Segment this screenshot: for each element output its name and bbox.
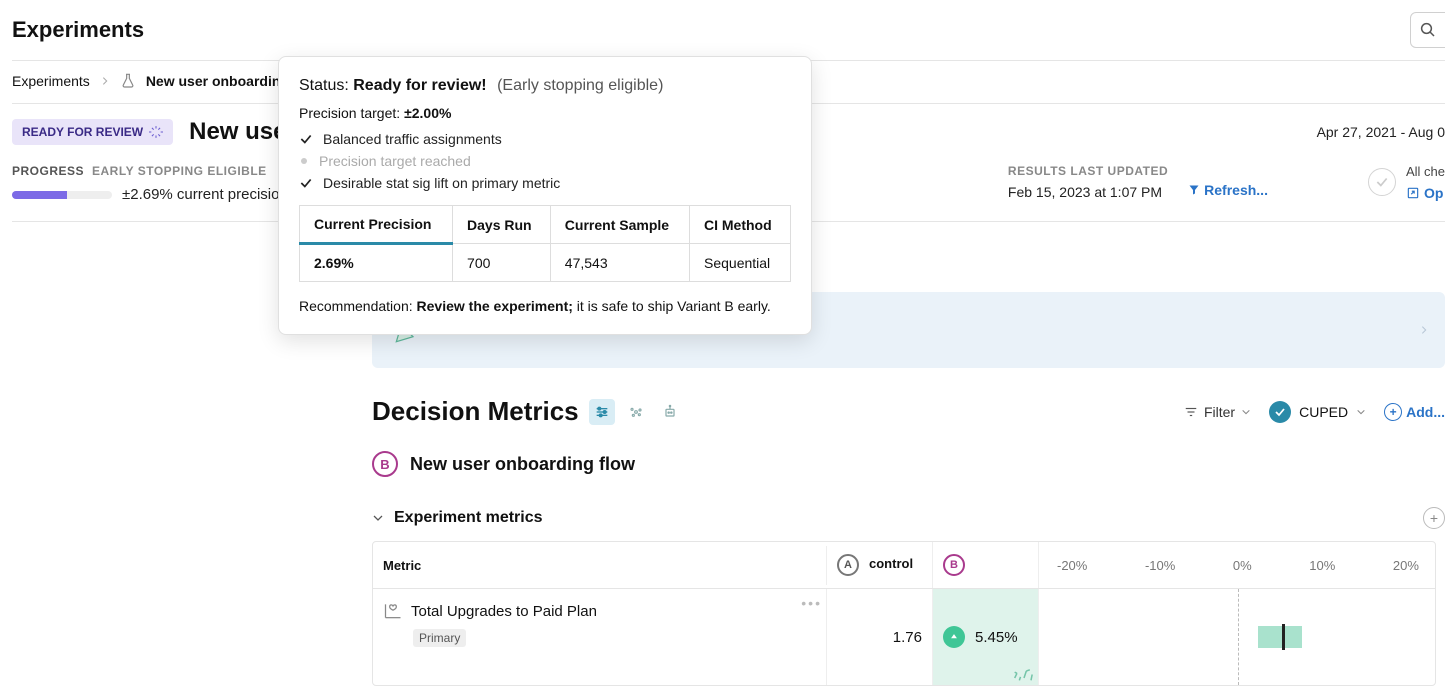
sparkle-icon: [1010, 657, 1038, 685]
breadcrumb-root[interactable]: Experiments: [12, 73, 90, 89]
results-timestamp: Feb 15, 2023 at 1:07 PM: [1008, 184, 1168, 200]
plus-circle-icon: +: [1384, 403, 1402, 421]
date-range: Apr 27, 2021 - Aug 0: [1317, 124, 1445, 140]
refresh-button[interactable]: Refresh...: [1188, 182, 1268, 198]
funnel-icon: [1188, 184, 1200, 196]
col-control: Acontrol: [827, 542, 933, 588]
view-scatter-icon[interactable]: [623, 399, 649, 425]
add-metric-button[interactable]: + Add...: [1384, 403, 1445, 421]
chevron-down-icon: [1356, 407, 1366, 417]
experiment-metrics-section[interactable]: Experiment metrics: [372, 509, 543, 527]
tooltip-check-1: Balanced traffic assignments: [299, 131, 791, 147]
progress-text: ±2.69% current precision: [122, 186, 288, 203]
tooltip-table: Current Precision Days Run Current Sampl…: [299, 205, 791, 282]
progress-bar: [12, 191, 112, 199]
open-icon: [1406, 186, 1420, 200]
results-label: RESULTS LAST UPDATED: [1008, 164, 1168, 178]
filter-icon: [1184, 405, 1198, 419]
primary-tag: Primary: [413, 629, 466, 647]
confidence-interval: [1039, 589, 1437, 685]
chevron-right-icon: [1419, 323, 1429, 337]
search-icon: [1419, 21, 1437, 39]
col-axis: -20% -10% 0% 10% 20%: [1039, 546, 1437, 585]
check-icon: [299, 176, 313, 190]
heart-chart-icon: [383, 601, 403, 621]
status-tooltip: Status: Ready for review! (Early stoppin…: [278, 56, 812, 335]
variant-b-badge: B: [943, 554, 965, 576]
more-icon[interactable]: •••: [801, 595, 822, 611]
progress-sublabel: EARLY STOPPING ELIGIBLE: [92, 164, 267, 178]
view-sliders-icon[interactable]: [589, 399, 615, 425]
status-badge: READY FOR REVIEW: [12, 119, 173, 145]
page-title: Experiments: [12, 17, 144, 43]
variant-a-badge: A: [837, 554, 859, 576]
tooltip-check-3: Desirable stat sig lift on primary metri…: [299, 175, 791, 191]
col-metric: Metric: [373, 546, 827, 585]
check-icon: [299, 132, 313, 146]
sparkle-icon: [149, 125, 163, 139]
breadcrumb-experiment[interactable]: New user onboardin: [146, 73, 281, 89]
chevron-right-icon: [100, 76, 110, 86]
chevron-down-icon: [1241, 407, 1251, 417]
view-robot-icon[interactable]: [657, 399, 683, 425]
decision-metrics-title: Decision Metrics: [372, 396, 579, 427]
add-row-button[interactable]: +: [1423, 507, 1445, 529]
progress-label: PROGRESS: [12, 164, 84, 178]
filter-button[interactable]: Filter: [1184, 404, 1251, 420]
progress-block: PROGRESS EARLY STOPPING ELIGIBLE ±2.69% …: [12, 164, 288, 203]
variant-b-value: 5.45%: [933, 589, 1039, 685]
tooltip-check-2: Precision target reached: [299, 153, 791, 169]
flask-icon: [120, 73, 136, 89]
checks-summary: All che: [1406, 164, 1445, 179]
metrics-table: Metric Acontrol B -20% -10% 0% 10% 20%: [372, 541, 1436, 686]
check-circle-icon: [1368, 168, 1396, 196]
open-checks-link[interactable]: Op: [1406, 185, 1445, 201]
table-row[interactable]: Total Upgrades to Paid Plan Primary ••• …: [373, 589, 1435, 685]
col-b: B: [933, 542, 1039, 588]
search-button[interactable]: [1410, 12, 1445, 48]
check-circle-icon: [1269, 401, 1291, 423]
up-arrow-icon: [943, 626, 965, 648]
chevron-down-icon: [372, 512, 384, 524]
control-value: 1.76: [827, 589, 933, 685]
variant-name: New user onboarding flow: [410, 454, 635, 475]
cuped-toggle[interactable]: CUPED: [1269, 401, 1366, 423]
variant-b-badge: B: [372, 451, 398, 477]
dot-icon: [299, 156, 309, 166]
metric-name: Total Upgrades to Paid Plan: [411, 603, 597, 620]
